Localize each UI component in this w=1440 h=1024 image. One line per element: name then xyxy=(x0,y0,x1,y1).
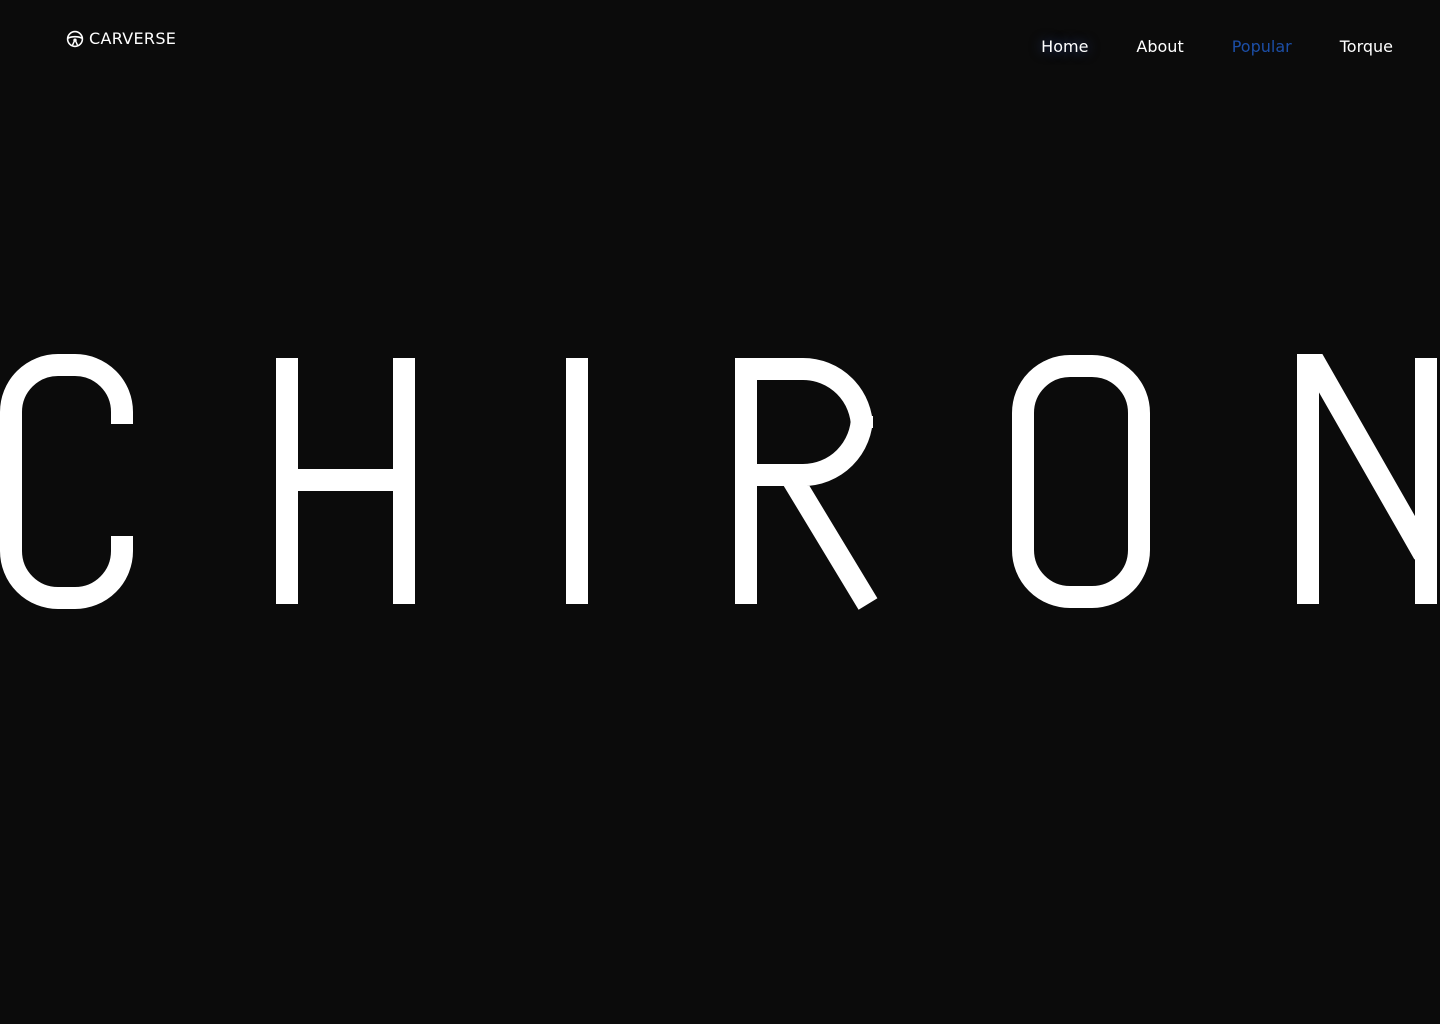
brand-name: CARVERSE xyxy=(89,29,177,48)
nav-about-link[interactable]: About xyxy=(1136,36,1183,58)
hero-letter-r xyxy=(735,358,878,610)
hero-title: CHIRON xyxy=(0,354,1440,610)
nav-popular-link[interactable]: Popular xyxy=(1232,36,1292,58)
hero-title-text: CHIRON xyxy=(0,610,1,611)
hero-letter-o xyxy=(1012,355,1150,608)
main-nav: Home About Popular Torque xyxy=(1031,24,1393,70)
steering-wheel-icon xyxy=(66,30,84,48)
brand-logo[interactable]: CARVERSE xyxy=(66,29,176,49)
hero-letter-h xyxy=(276,358,415,604)
hero-letter-n xyxy=(1297,354,1437,604)
landing-page: CARVERSE Home About Popular Torque xyxy=(0,0,1440,1024)
hero-letter-c xyxy=(0,354,133,609)
nav-torque-link[interactable]: Torque xyxy=(1340,36,1393,58)
nav-home-link[interactable]: Home xyxy=(1031,24,1099,70)
